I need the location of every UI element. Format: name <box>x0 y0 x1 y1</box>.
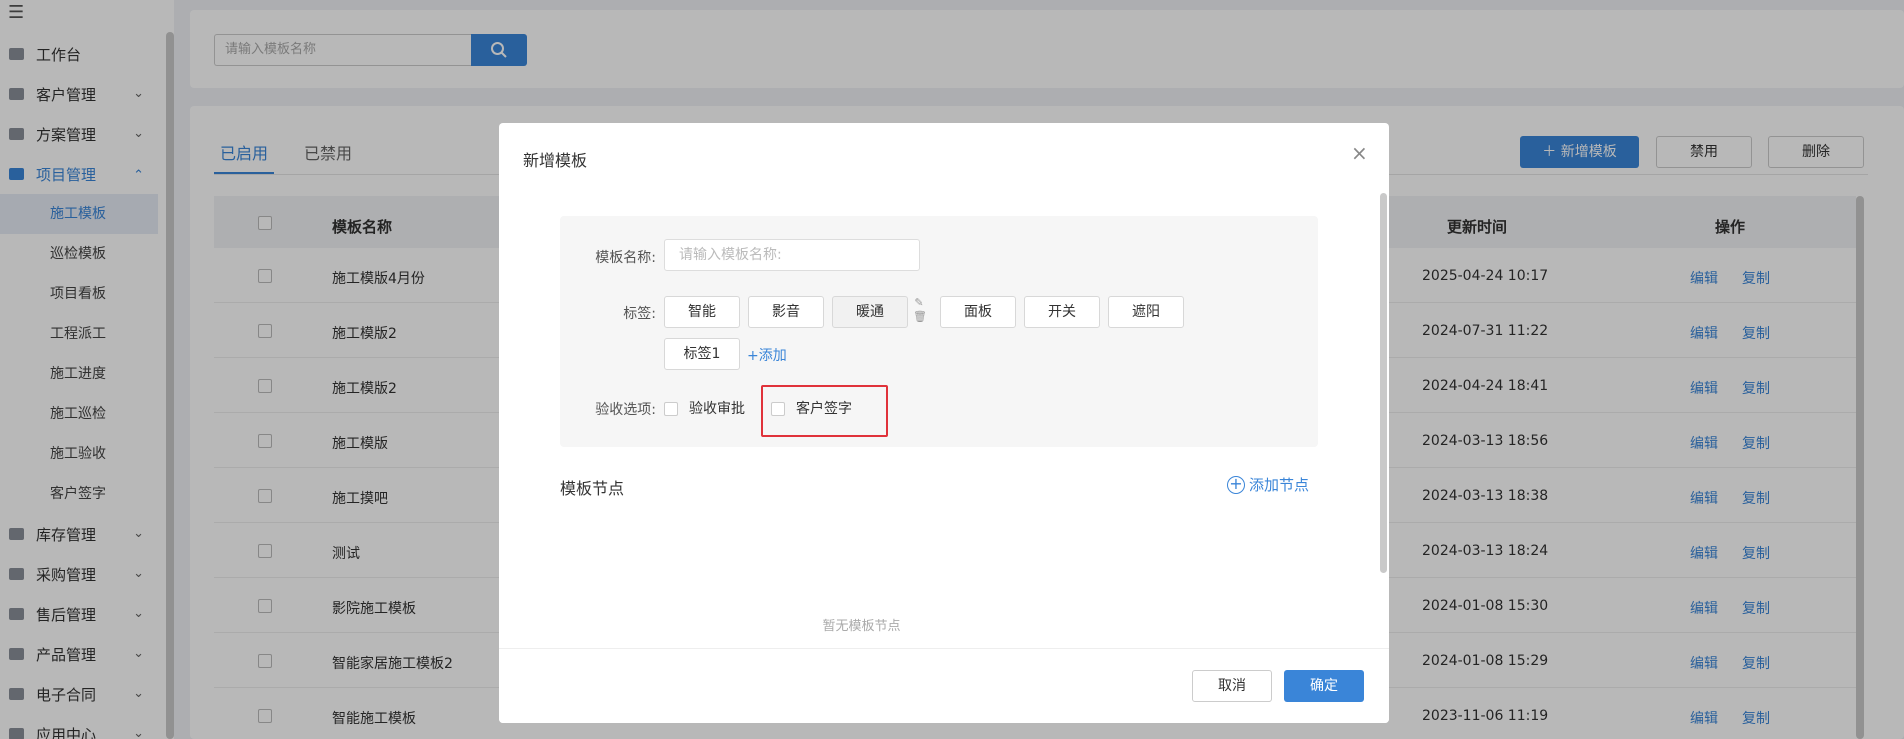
add-node-label: 添加节点 <box>1249 476 1310 494</box>
acceptance-approval-checkbox[interactable] <box>664 402 678 416</box>
acceptance-approval-label[interactable]: 验收审批 <box>689 398 745 418</box>
add-template-dialog: 新增模板 × 模板名称: 请输入模板名称: 标签: 智能 影音 暖通 ✎ 🗑 面… <box>499 123 1389 723</box>
template-name-label: 模板名称: <box>595 250 656 266</box>
tag-item[interactable]: 智能 <box>664 296 740 328</box>
empty-nodes-text: 暂无模板节点 <box>822 619 901 634</box>
dialog-scrollbar[interactable] <box>1380 193 1387 573</box>
acceptance-options-label: 验收选项: <box>595 402 656 418</box>
customer-sign-checkbox[interactable] <box>771 402 785 416</box>
tag-item[interactable]: 面板 <box>940 296 1016 328</box>
template-nodes-title: 模板节点 <box>560 479 625 498</box>
tags-label: 标签: <box>623 306 656 322</box>
cancel-button[interactable]: 取消 <box>1192 670 1272 702</box>
confirm-button[interactable]: 确定 <box>1284 670 1364 702</box>
add-tag-link[interactable]: +添加 <box>747 345 787 365</box>
add-node-button[interactable]: + 添加节点 <box>1227 474 1309 495</box>
dialog-footer: 取消 确定 <box>499 648 1389 723</box>
tag-item[interactable]: 标签1 <box>664 338 740 370</box>
tag-item[interactable]: 开关 <box>1024 296 1100 328</box>
close-icon[interactable]: × <box>1351 143 1368 163</box>
template-name-input[interactable]: 请输入模板名称: <box>664 239 920 271</box>
edit-icon[interactable]: ✎ <box>913 296 925 310</box>
customer-sign-label[interactable]: 客户签字 <box>796 398 852 418</box>
tag-tools: ✎ 🗑 <box>913 296 927 326</box>
tag-item[interactable]: 暖通 <box>832 296 908 328</box>
plus-circle-icon: + <box>1227 475 1245 494</box>
trash-icon[interactable]: 🗑 <box>913 310 927 324</box>
tag-item[interactable]: 影音 <box>748 296 824 328</box>
dialog-title: 新增模板 <box>523 151 588 170</box>
tag-item[interactable]: 遮阳 <box>1108 296 1184 328</box>
